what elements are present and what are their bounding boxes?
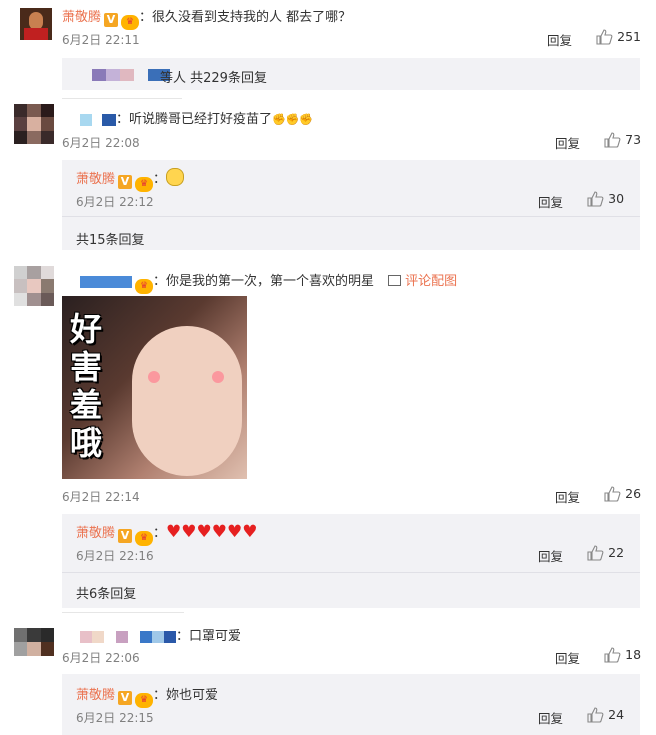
avatar[interactable] <box>14 104 54 144</box>
reply-box: 萧敬腾 V ♛： 6月2日 22:12 回复 30 共15条回复 <box>62 160 640 250</box>
vip-crown-icon: ♛ <box>121 15 140 30</box>
verified-icon: V <box>118 529 133 543</box>
like-button[interactable]: 18 <box>604 647 641 663</box>
comment-line: ：听说腾哥已经打好疫苗了✊✊✊ <box>80 108 313 127</box>
like-button[interactable]: 26 <box>604 486 641 502</box>
timestamp: 6月2日 22:15 <box>76 711 154 725</box>
reply-text: ： <box>153 526 167 541</box>
reply-text: ：妳也可爱 <box>153 688 219 703</box>
verified-icon: V <box>118 175 133 189</box>
reply-summary[interactable]: 等人 共229条回复 <box>160 67 267 86</box>
user-name-censored[interactable] <box>80 629 176 644</box>
like-count: 18 <box>625 647 642 662</box>
like-button[interactable]: 22 <box>587 545 624 561</box>
verified-icon: V <box>104 13 119 27</box>
like-button[interactable]: 251 <box>596 29 641 45</box>
comment-text: ：口罩可爱 <box>176 629 242 644</box>
thumbs-up-icon <box>604 486 621 502</box>
user-name[interactable]: 萧敬腾 <box>62 10 101 25</box>
like-count: 73 <box>625 132 642 147</box>
reply-button[interactable]: 回复 <box>538 546 563 565</box>
reply-line: 萧敬腾 V ♛ ：♥♥♥♥♥♥ <box>76 522 257 546</box>
comment-text: ：你是我的第一次，第一个喜欢的明星 <box>153 274 375 289</box>
reply-line: 萧敬腾 V ♛： <box>76 168 185 192</box>
thumbs-up-icon <box>587 707 604 723</box>
comment-line: 萧敬腾 V ♛ ：很久没看到支持我的人 都去了哪？ <box>62 6 351 30</box>
like-count: 24 <box>608 707 625 722</box>
like-button[interactable]: 30 <box>587 191 624 207</box>
comment-text: ：很久没看到支持我的人 都去了哪？ <box>139 10 352 25</box>
like-count: 30 <box>608 191 625 206</box>
comment-line: ：口罩可爱 <box>80 625 241 644</box>
shy-emoji-icon <box>166 168 185 186</box>
thumbs-up-icon <box>596 29 613 45</box>
avatar[interactable] <box>20 8 52 40</box>
timestamp: 6月2日 22:16 <box>76 549 154 563</box>
reply-button[interactable]: 回复 <box>555 133 580 152</box>
divider <box>62 572 640 573</box>
divider <box>62 612 184 613</box>
image-icon <box>388 275 402 286</box>
reply-box: 萧敬腾 V ♛ ：妳也可爱 6月2日 22:15 回复 24 <box>62 674 640 735</box>
clap-emoji-icon: ✊✊✊ <box>272 113 314 126</box>
reply-button[interactable]: 回复 <box>538 708 563 727</box>
like-count: 251 <box>617 29 641 44</box>
reply-line: 萧敬腾 V ♛ ：妳也可爱 <box>76 684 218 708</box>
thumbs-up-icon <box>604 647 621 663</box>
more-replies-link[interactable]: 共15条回复 <box>76 229 145 248</box>
timestamp: 6月2日 22:08 <box>62 136 140 150</box>
divider <box>62 216 640 217</box>
more-replies-link[interactable]: 共6条回复 <box>76 583 136 602</box>
like-count: 22 <box>608 545 625 560</box>
like-count: 26 <box>625 486 642 501</box>
heart-emoji-icon: ♥♥♥♥♥♥ <box>166 522 258 542</box>
vip-crown-icon: ♛ <box>135 279 153 294</box>
timestamp: 6月2日 22:06 <box>62 651 140 665</box>
reply-summary-text: 等人 共229条回复 <box>160 71 267 86</box>
reply-button[interactable]: 回复 <box>555 648 580 667</box>
thumbs-up-icon <box>604 132 621 148</box>
avatar[interactable] <box>14 628 54 656</box>
reply-button[interactable]: 回复 <box>547 30 572 49</box>
reply-box: 萧敬腾 V ♛ ：♥♥♥♥♥♥ 6月2日 22:16 回复 22 共6条回复 <box>62 514 640 608</box>
reply-button[interactable]: 回复 <box>555 487 580 506</box>
verified-icon: V <box>118 691 133 705</box>
divider <box>62 98 182 99</box>
vip-crown-icon: ♛ <box>135 531 154 546</box>
avatar[interactable] <box>14 266 54 306</box>
timestamp: 6月2日 22:12 <box>76 195 154 209</box>
comment-text: ：听说腾哥已经打好疫苗了 <box>116 112 273 127</box>
user-name-censored[interactable] <box>80 275 132 288</box>
comment-line: ♛ ：你是我的第一次，第一个喜欢的明星 评论配图 <box>80 270 457 294</box>
user-name-censored[interactable] <box>80 113 92 126</box>
user-name[interactable]: 萧敬腾 <box>76 526 115 541</box>
user-name[interactable]: 萧敬腾 <box>76 172 115 187</box>
thumbs-up-icon <box>587 191 604 207</box>
like-button[interactable]: 24 <box>587 707 624 723</box>
timestamp: 6月2日 22:11 <box>62 33 140 47</box>
reply-text: ： <box>153 172 167 187</box>
comment-image[interactable]: 好害羞哦 <box>62 296 247 479</box>
image-caption: 好害羞哦 <box>70 310 103 462</box>
user-name[interactable]: 萧敬腾 <box>76 688 115 703</box>
thumbs-up-icon <box>587 545 604 561</box>
vip-crown-icon: ♛ <box>135 177 154 192</box>
reply-button[interactable]: 回复 <box>538 192 563 211</box>
vip-crown-icon: ♛ <box>135 693 154 708</box>
like-button[interactable]: 73 <box>604 132 641 148</box>
comment-image-link[interactable]: 评论配图 <box>388 274 457 289</box>
replier-avatars <box>92 67 171 82</box>
comment-image-link-label: 评论配图 <box>405 274 458 289</box>
reply-summary-box: 等人 共229条回复 <box>62 58 640 90</box>
timestamp: 6月2日 22:14 <box>62 490 140 504</box>
